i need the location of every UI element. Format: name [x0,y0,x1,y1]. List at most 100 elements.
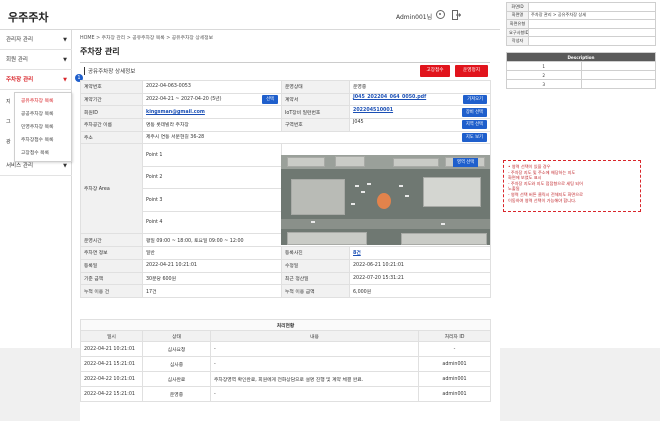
table-row: 계약기간 2022-04-21 ~ 2027-04-20 (5년) 선택 계약서… [80,92,491,107]
table-cell: 2022-04-21 15:21:01 [80,356,143,372]
map-car [361,191,365,193]
map-view-button[interactable]: 지도 보기 [461,133,487,143]
note-line: 이동하여 영역 선택이 가능해야 합니다. [508,197,577,203]
uses-value: 17건 [142,284,282,298]
submenu-item-public-lots[interactable]: 공공주차장 목록 [21,110,53,117]
map-building [393,158,439,167]
region-select-button[interactable]: 지역 선택 [461,120,487,130]
lot-name-value: 명동 롯데빌라 주차장 [142,118,282,132]
chevron-down-icon: ▼ [63,77,67,83]
contract-file-cell: J045_202204_064_0050.pdf 가져오기 [349,92,491,107]
photo-label: 등록사진 [281,246,350,260]
contract-import-button[interactable]: 가져오기 [463,95,487,105]
meta-value [528,2,656,12]
table-row: 누적 이용 건 17건 누적 이용 금액 6,000원 [80,284,491,298]
table-cell: admin001 [417,356,492,372]
table-cell: - [210,341,419,357]
map-car [311,221,315,223]
description-number: 3 [506,79,582,89]
contract-file-link[interactable]: J045_202204_064_0050.pdf [353,95,426,100]
member-id-label: 회원ID [80,105,143,120]
submenu-item-lot-requests[interactable]: 주차장접수 목록 [21,136,53,143]
table-row: 화면명 주차장 관리 > 공유주차장 상세 [506,10,656,21]
meta-value: 주차장 관리 > 공유주차장 상세 [528,10,656,21]
chevron-down-icon: ▼ [63,37,67,43]
column-header: 내용 [210,330,419,342]
iot-serial-cell: 202204510001 장비 선택 [349,105,491,120]
submenu-item-private-lots[interactable]: 민영주차장 목록 [21,123,53,130]
amount-label: 누적 이용 금액 [281,284,350,298]
spec-meta-table: 화면ID 화면명 주차장 관리 > 공유주차장 상세 화면유형 요구사항ID 작… [506,2,656,46]
description-header: Description [506,52,656,62]
sidebar-item-label: 관리자 관리 [6,37,34,43]
table-row: 회원ID kingsman@gmail.com IoT장비 일련번호 20220… [80,105,491,120]
sidebar-item-letter[interactable]: 그 [6,118,11,125]
table-cell: 운영중 [142,386,211,402]
address-value: 제주시 연동 서문현길 36-28 [146,135,205,141]
sidebar-item-letter[interactable]: 광 [6,138,11,145]
table-row: 3 [506,79,656,89]
divider [80,62,490,63]
gear-icon[interactable] [436,10,445,19]
meta-value [528,36,656,46]
contract-file-label: 계약서 [281,92,350,107]
settlement-label: 최근 정산일 [281,271,350,286]
member-id-link[interactable]: kingsman@gmail.com [146,110,205,115]
parking-submenu: 공유주차장 목록 공공주차장 목록 민영주차장 목록 주차장접수 목록 고장접수… [14,92,72,162]
area-select-button[interactable]: 영역 선택 [453,158,479,167]
map-car [351,203,355,205]
sidebar-item-parking[interactable]: 주차장 관리 ▼ [0,70,72,90]
table-row: 등록일 2022-04-21 10:21:01 수정일 2022-06-21 1… [80,258,491,273]
meta-key: 화면ID [506,2,529,12]
table-cell: admin001 [417,386,492,402]
description-number: 1 [506,61,582,71]
table-cell: - [210,386,419,402]
zone-value: J045 [353,120,364,126]
device-select-button[interactable]: 장비 선택 [461,107,487,117]
meta-value [528,19,656,29]
sidebar-item-letter[interactable]: 지 [6,98,11,105]
column-header: 상태 [142,330,211,342]
repair-request-button[interactable]: 고장접수 [420,65,450,77]
process-caption: 처리현황 [79,319,492,331]
app-logo[interactable]: 우주주차 [8,9,48,25]
description-text [580,70,656,80]
table-row: 주차면 정보 일반 등록사진 8건 [80,246,491,260]
map-building [401,233,487,245]
sidebar-item-members[interactable]: 회원 관리 ▼ [0,50,72,70]
stop-operation-button[interactable]: 운영정지 [455,65,488,77]
iot-serial-link[interactable]: 202204510001 [353,108,393,113]
member-id-cell: kingsman@gmail.com [142,105,282,120]
table-row: 2022-04-21 10:21:01 심사요청 - - [80,341,492,357]
description-table: Description 1 2 3 [506,52,656,89]
mod-date-label: 수정일 [281,258,350,273]
uses-label: 누적 이용 건 [80,284,143,298]
table-row: 1 [506,61,656,71]
satellite-map[interactable] [281,155,490,245]
table-cell: 심사중 [142,356,211,372]
period-select-button[interactable]: 선택 [262,95,278,105]
photo-link[interactable]: 8건 [353,251,361,256]
sidebar-item-label: 회원 관리 [6,57,28,63]
column-header: 일시 [80,330,143,342]
area-label: 주차장 Area [80,143,143,235]
photo-cell: 8건 [349,246,491,260]
table-row: 작성자 [506,36,656,46]
page-background-band [500,348,660,421]
meta-key: 요구사항ID [506,27,529,38]
map-building [287,232,367,245]
map-car [399,185,403,187]
map-marker-icon[interactable] [377,193,391,209]
zone-cell: J045 지역 선택 [349,118,491,132]
submenu-item-fault-reports[interactable]: 고장접수 목록 [21,149,49,156]
breadcrumb: HOME > 주차장 관리 > 공유주차장 목록 > 공유주차장 상세정보 [80,36,214,41]
map-car [367,183,371,185]
hours-label: 운영시간 [80,233,143,248]
logout-icon[interactable] [452,10,461,20]
table-row: 주차공간 이름 명동 롯데빌라 주차장 구역번호 J045 지역 선택 [80,118,491,132]
table-cell: 2022-04-21 10:21:01 [80,341,143,357]
table-cell: 2022-04-22 15:21:01 [80,386,143,402]
submenu-item-shared-lots[interactable]: 공유주차장 목록 [21,97,53,104]
base-fee-label: 기준 금액 [80,271,143,286]
sidebar-item-admin[interactable]: 관리자 관리 ▼ [0,30,72,50]
